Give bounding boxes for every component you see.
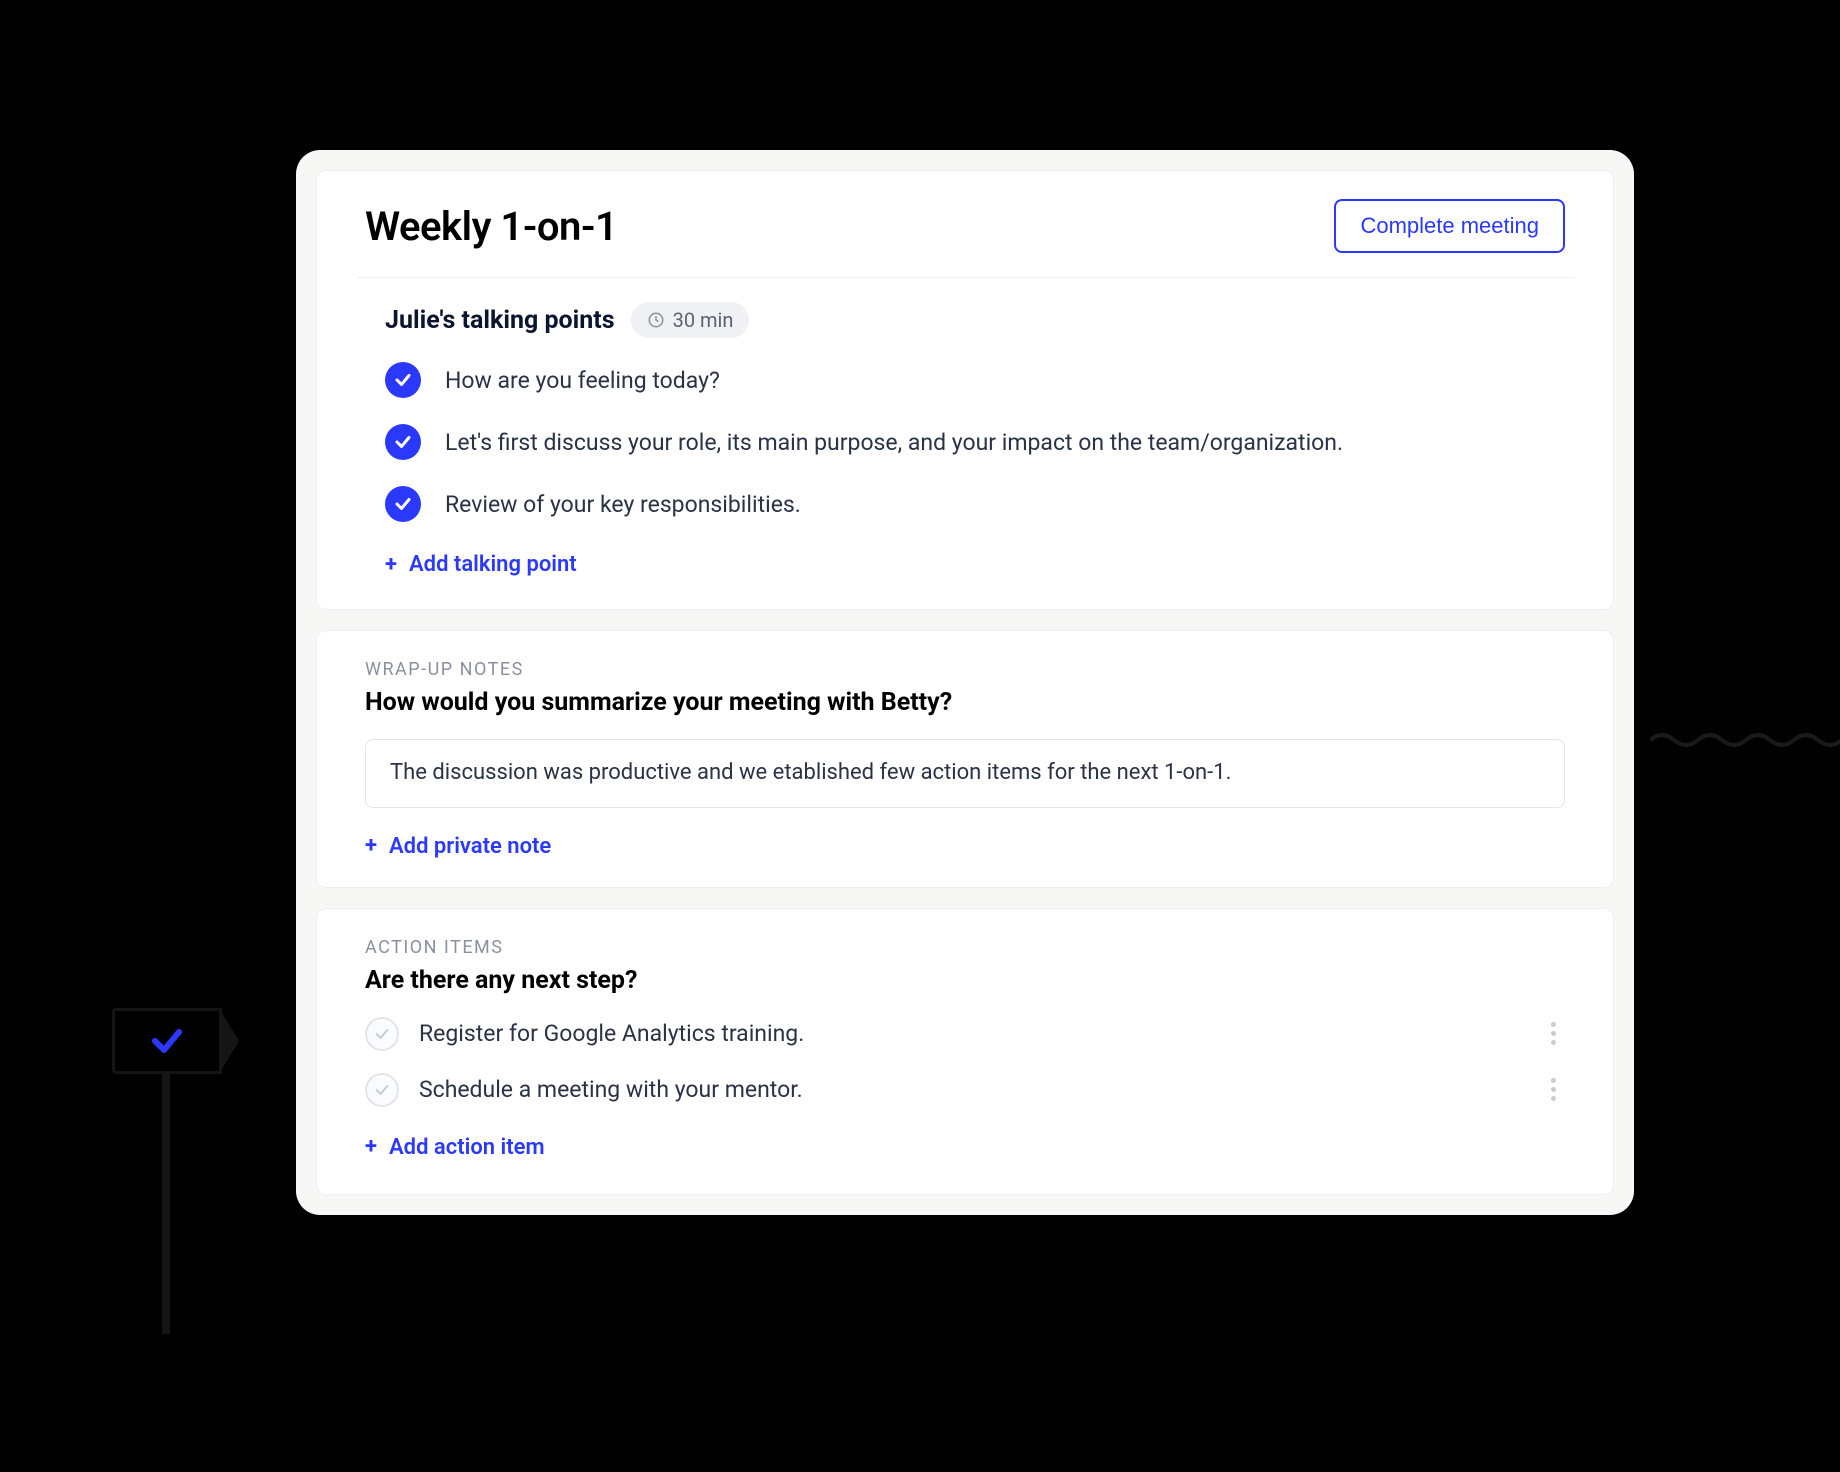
add-talking-point-button[interactable]: + Add talking point <box>385 552 577 577</box>
action-item-checkbox[interactable] <box>365 1017 399 1051</box>
meeting-card: Weekly 1-on-1 Complete meeting Julie's t… <box>296 150 1634 1215</box>
wrapup-panel: WRAP-UP NOTES How would you summarize yo… <box>316 630 1614 888</box>
action-item-text: Register for Google Analytics training. <box>419 1020 1521 1047</box>
talking-point-checkbox[interactable] <box>385 424 421 460</box>
action-item-text: Schedule a meeting with your mentor. <box>419 1076 1521 1103</box>
talking-point-item: Review of your key responsibilities. <box>385 486 1565 522</box>
checkmark-icon <box>394 371 412 389</box>
talking-points-panel: Weekly 1-on-1 Complete meeting Julie's t… <box>316 170 1614 610</box>
talking-point-checkbox[interactable] <box>385 486 421 522</box>
decorative-signpost <box>112 1008 222 1334</box>
action-item: Register for Google Analytics training. <box>365 1017 1565 1051</box>
add-private-note-label: Add private note <box>389 834 551 859</box>
add-action-item-button[interactable]: + Add action item <box>365 1135 545 1160</box>
talking-point-text: How are you feeling today? <box>445 367 720 394</box>
talking-points-header: Julie's talking points 30 min <box>385 302 1565 338</box>
signpost-pole <box>162 1074 170 1334</box>
page-title: Weekly 1-on-1 <box>365 203 617 250</box>
talking-point-text: Review of your key responsibilities. <box>445 491 801 518</box>
talking-point-checkbox[interactable] <box>385 362 421 398</box>
add-action-item-label: Add action item <box>389 1135 545 1160</box>
talking-points-list: How are you feeling today? Let's first d… <box>385 362 1565 522</box>
checkmark-icon <box>374 1026 390 1042</box>
signpost-flag <box>112 1008 222 1074</box>
duration-pill: 30 min <box>631 302 750 338</box>
action-items-panel: ACTION ITEMS Are there any next step? Re… <box>316 908 1614 1195</box>
complete-meeting-button[interactable]: Complete meeting <box>1334 199 1565 253</box>
plus-icon: + <box>365 835 377 857</box>
add-talking-point-label: Add talking point <box>409 552 577 577</box>
talking-point-item: How are you feeling today? <box>385 362 1565 398</box>
plus-icon: + <box>385 554 397 576</box>
duration-text: 30 min <box>673 308 734 332</box>
action-item: Schedule a meeting with your mentor. <box>365 1073 1565 1107</box>
checkmark-icon <box>394 433 412 451</box>
decorative-wave <box>1650 730 1840 750</box>
plus-icon: + <box>365 1136 377 1158</box>
wrapup-note-input[interactable] <box>365 739 1565 808</box>
talking-points-title: Julie's talking points <box>385 306 615 335</box>
action-item-menu-button[interactable] <box>1541 1074 1565 1105</box>
checkmark-icon <box>374 1082 390 1098</box>
checkmark-icon <box>394 495 412 513</box>
checkmark-icon <box>149 1023 185 1059</box>
header-row: Weekly 1-on-1 Complete meeting <box>357 183 1573 278</box>
action-items-question: Are there any next step? <box>365 966 1565 995</box>
action-item-menu-button[interactable] <box>1541 1018 1565 1049</box>
talking-point-item: Let's first discuss your role, its main … <box>385 424 1565 460</box>
action-item-checkbox[interactable] <box>365 1073 399 1107</box>
wrapup-question: How would you summarize your meeting wit… <box>365 688 1565 717</box>
action-items-eyebrow: ACTION ITEMS <box>365 937 1565 958</box>
add-private-note-button[interactable]: + Add private note <box>365 834 551 859</box>
wrapup-eyebrow: WRAP-UP NOTES <box>365 659 1565 680</box>
clock-icon <box>647 311 665 329</box>
talking-point-text: Let's first discuss your role, its main … <box>445 429 1343 456</box>
